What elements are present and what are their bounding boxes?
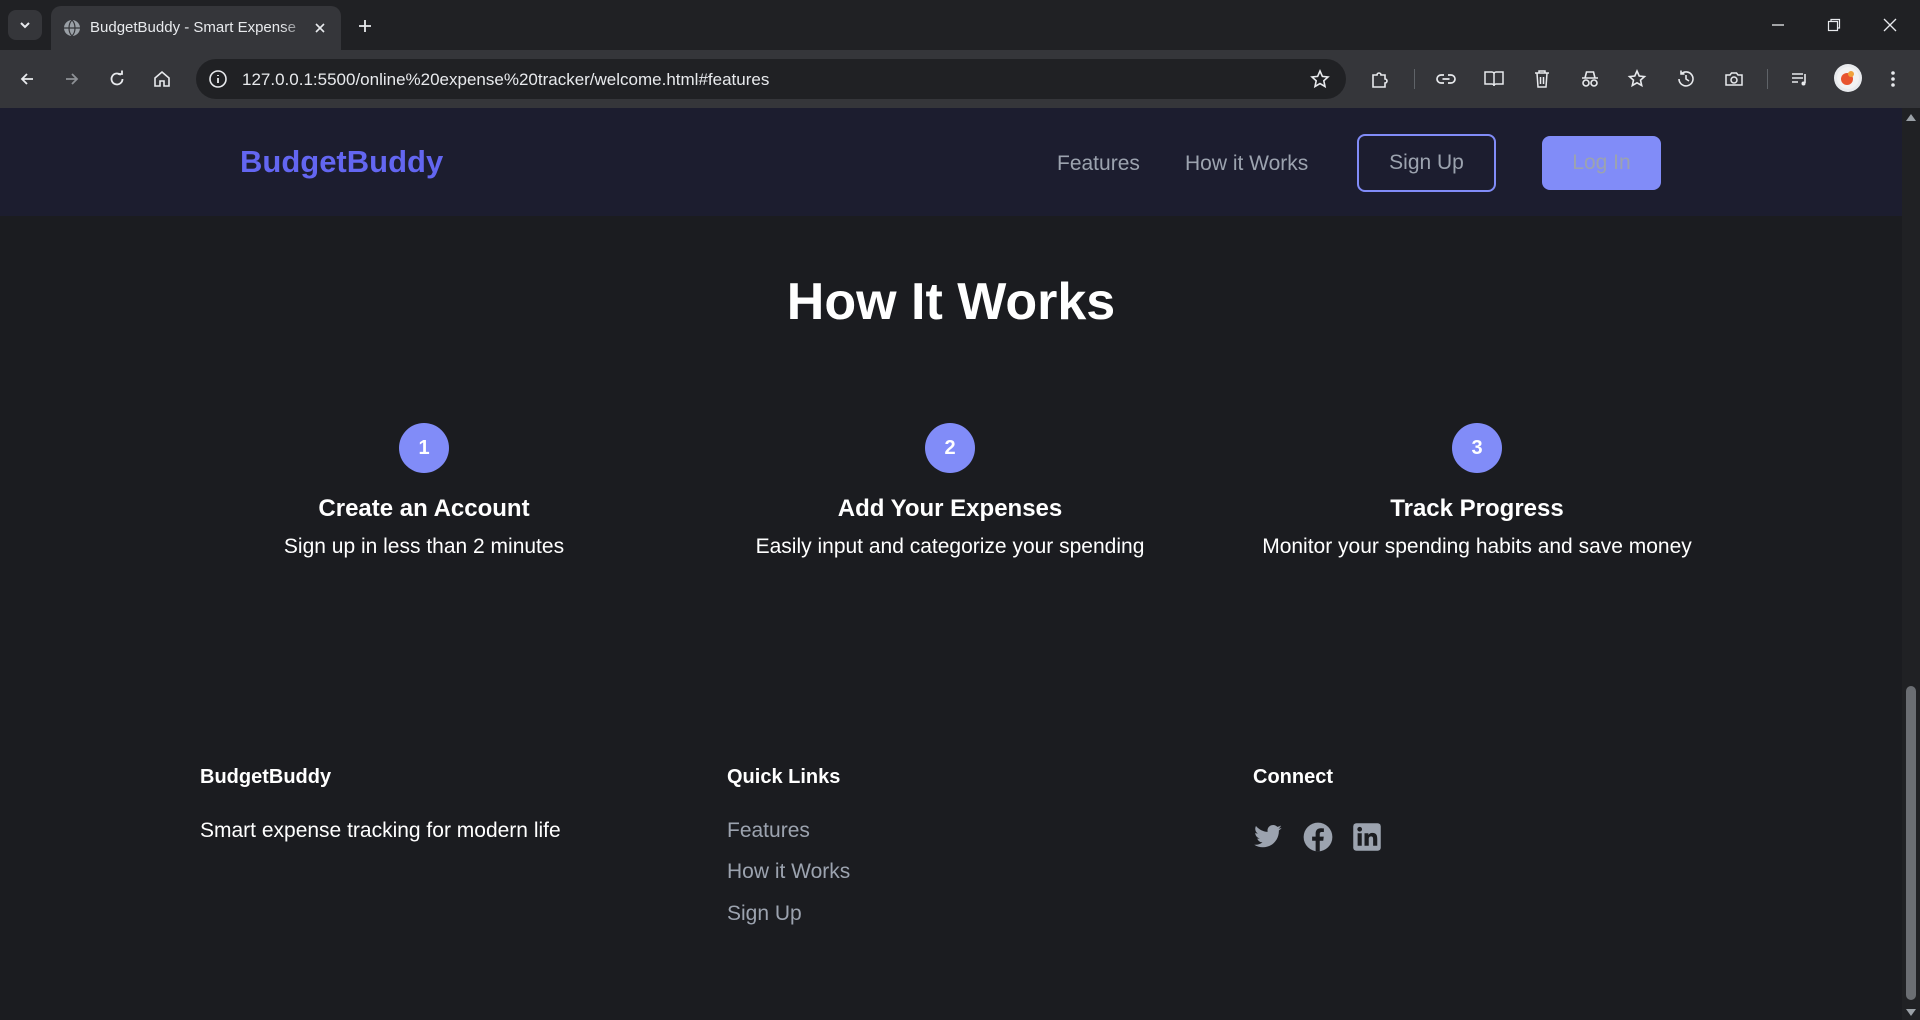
tab-close-button[interactable] <box>309 17 331 39</box>
address-bar[interactable]: 127.0.0.1:5500/online%20expense%20tracke… <box>196 59 1346 99</box>
home-icon <box>154 70 170 87</box>
puzzle-icon <box>1372 72 1388 88</box>
forward-button[interactable] <box>56 63 88 95</box>
scroll-up-arrow-icon[interactable] <box>1906 114 1916 121</box>
section-title: How It Works <box>786 273 1116 331</box>
arrow-left-icon <box>20 73 33 85</box>
arrow-right-icon <box>66 73 79 85</box>
browser-titlebar: BudgetBuddy - Smart Expense Tracker <box>0 0 1920 50</box>
avatar-icon <box>1837 67 1859 89</box>
scroll-down-arrow-icon[interactable] <box>1906 1009 1916 1016</box>
facebook-icon[interactable] <box>1303 822 1333 852</box>
more-vertical-icon <box>1891 71 1895 87</box>
incognito-button[interactable] <box>1574 63 1606 95</box>
step-title: Track Progress <box>1390 495 1564 522</box>
footer-brand-column: BudgetBuddy Smart expense tracking for m… <box>200 766 561 843</box>
back-button[interactable] <box>11 63 43 95</box>
step-card: 3 Track Progress Monitor your spending h… <box>1217 423 1737 559</box>
step-description: Monitor your spending habits and save mo… <box>1262 535 1692 558</box>
history-icon <box>1678 70 1694 87</box>
browser-toolbar: 127.0.0.1:5500/online%20expense%20tracke… <box>0 50 1920 108</box>
tab-search-button[interactable] <box>8 10 42 40</box>
profile-avatar[interactable] <box>1834 64 1862 92</box>
camera-icon <box>1725 72 1743 86</box>
tab-title: BudgetBuddy - Smart Expense Tracker <box>90 19 300 36</box>
step-card: 2 Add Your Expenses Easily input and cat… <box>690 423 1210 559</box>
linkedin-icon[interactable] <box>1352 822 1382 852</box>
nav-link-how-it-works[interactable]: How it Works <box>1185 152 1308 176</box>
nav-link-features[interactable]: Features <box>1057 152 1140 176</box>
minimize-button[interactable] <box>1758 8 1798 42</box>
minimize-icon <box>1772 24 1784 26</box>
url-text: 127.0.0.1:5500/online%20expense%20tracke… <box>242 70 770 89</box>
step-description: Easily input and categorize your spendin… <box>755 535 1145 558</box>
favorites-button[interactable] <box>1622 63 1654 95</box>
step-title: Add Your Expenses <box>837 495 1063 522</box>
book-icon <box>1484 71 1504 87</box>
media-controls-button[interactable] <box>1784 63 1816 95</box>
footer-link-sign-up[interactable]: Sign Up <box>727 902 850 926</box>
step-card: 1 Create an Account Sign up in less than… <box>164 423 684 559</box>
trash-icon <box>1535 70 1549 88</box>
restore-button[interactable] <box>1814 8 1854 42</box>
site-navbar: BudgetBuddy Features How it Works Sign U… <box>0 108 1902 216</box>
signup-button[interactable]: Sign Up <box>1357 134 1496 192</box>
spy-icon <box>1582 71 1598 87</box>
twitter-icon[interactable] <box>1253 822 1283 852</box>
screenshot-button[interactable] <box>1718 63 1750 95</box>
tab-title-fade <box>281 14 311 42</box>
delete-button[interactable] <box>1526 63 1558 95</box>
footer-quick-links-column: Quick Links Features How it Works Sign U… <box>727 766 850 926</box>
close-icon <box>1883 18 1897 32</box>
footer-link-features[interactable]: Features <box>727 819 850 843</box>
copy-link-button[interactable] <box>1430 63 1462 95</box>
browser-tab[interactable]: BudgetBuddy - Smart Expense Tracker <box>51 6 341 50</box>
step-title: Create an Account <box>318 495 530 522</box>
chevron-down-icon <box>20 22 30 29</box>
step-number-badge: 2 <box>925 423 975 473</box>
globe-icon <box>64 19 80 37</box>
page-scrollbar[interactable] <box>1902 108 1920 1020</box>
extensions-button[interactable] <box>1364 63 1396 95</box>
scrollbar-thumb[interactable] <box>1906 686 1916 1000</box>
toolbar-separator <box>1414 69 1415 89</box>
reading-mode-button[interactable] <box>1478 63 1510 95</box>
footer-link-how-it-works[interactable]: How it Works <box>727 860 850 884</box>
reload-icon <box>110 70 124 86</box>
link-icon <box>1436 74 1456 84</box>
step-description: Sign up in less than 2 minutes <box>283 535 565 558</box>
close-window-button[interactable] <box>1870 8 1910 42</box>
footer-brand-heading: BudgetBuddy <box>200 766 332 788</box>
new-tab-button[interactable] <box>351 12 379 40</box>
reload-button[interactable] <box>101 63 133 95</box>
playlist-icon <box>1792 73 1806 86</box>
bookmark-button[interactable] <box>1306 65 1334 93</box>
star-list-icon <box>1627 69 1647 88</box>
footer-tagline: Smart expense tracking for modern life <box>200 819 561 842</box>
step-number-badge: 3 <box>1452 423 1502 473</box>
plus-icon <box>359 20 371 32</box>
footer-connect-heading: Connect <box>1253 766 1333 788</box>
page-viewport: BudgetBuddy Features How it Works Sign U… <box>0 108 1902 1020</box>
restore-icon <box>1827 18 1841 32</box>
close-icon <box>315 23 325 33</box>
step-number-badge: 1 <box>399 423 449 473</box>
browser-menu-button[interactable] <box>1877 63 1909 95</box>
site-logo[interactable]: BudgetBuddy <box>240 144 443 180</box>
info-icon <box>209 70 227 88</box>
footer-connect-column: Connect <box>1253 766 1333 789</box>
star-icon <box>1310 69 1330 89</box>
toolbar-separator <box>1767 69 1768 89</box>
login-button[interactable]: Log In <box>1542 136 1661 190</box>
home-button[interactable] <box>146 63 178 95</box>
site-info-button[interactable] <box>204 65 232 93</box>
footer-quick-links-heading: Quick Links <box>727 766 841 788</box>
history-button[interactable] <box>1670 63 1702 95</box>
